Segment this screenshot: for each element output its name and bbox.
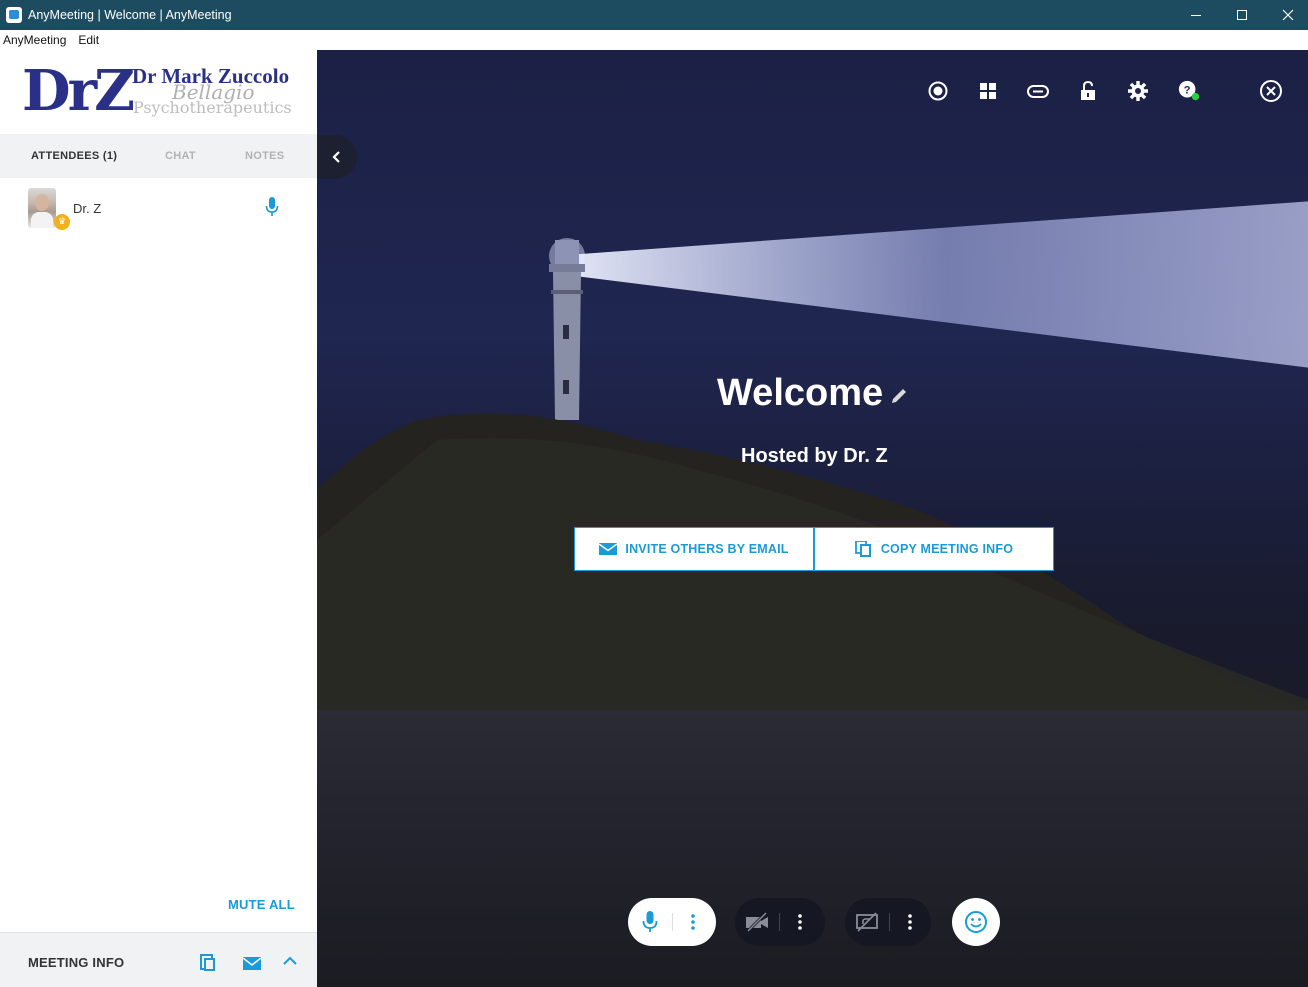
mute-all-button[interactable]: MUTE ALL <box>228 897 295 912</box>
crown-icon: ♛ <box>54 214 70 230</box>
mic-options-button[interactable] <box>673 914 713 930</box>
invite-buttons: INVITE OTHERS BY EMAIL COPY MEETING INFO <box>574 527 1054 571</box>
camera-options-button[interactable] <box>780 914 820 930</box>
minimize-icon <box>1191 14 1201 16</box>
gamepad-button[interactable] <box>1026 79 1050 103</box>
layout-button[interactable] <box>976 79 1000 103</box>
chevron-up-icon[interactable] <box>280 951 300 971</box>
emoji-icon <box>965 911 987 933</box>
email-icon[interactable] <box>242 953 262 973</box>
help-button[interactable]: ? <box>1177 79 1201 103</box>
email-icon <box>599 543 618 555</box>
copy-meeting-info-button[interactable]: COPY MEETING INFO <box>814 527 1054 571</box>
close-icon <box>1282 9 1294 21</box>
screen-share-control <box>845 898 931 946</box>
meeting-stage: ? Welcome Hosted by Dr. Z INVITE OTHERS … <box>317 50 1308 987</box>
lock-open-icon <box>1081 80 1095 100</box>
invite-by-email-button[interactable]: INVITE OTHERS BY EMAIL <box>574 527 814 571</box>
help-icon: ? <box>1178 80 1200 101</box>
record-icon <box>928 81 948 101</box>
menubar: AnyMeeting Edit <box>0 30 1308 50</box>
hosted-by-text: Hosted by Dr. Z <box>741 445 888 467</box>
maximize-icon <box>1237 10 1247 20</box>
mic-icon[interactable] <box>264 196 280 218</box>
more-vertical-icon <box>691 914 695 930</box>
mic-toggle-button[interactable] <box>628 910 672 934</box>
minimize-button[interactable] <box>1173 0 1219 30</box>
invite-button-label: INVITE OTHERS BY EMAIL <box>625 542 789 556</box>
anymeeting-app-icon <box>6 7 22 23</box>
attendee-row[interactable]: ♛ Dr. Z <box>28 188 298 232</box>
reactions-button[interactable] <box>952 898 1000 946</box>
window-title: AnyMeeting | Welcome | AnyMeeting <box>28 8 232 22</box>
settings-button[interactable] <box>1126 79 1150 103</box>
logo-initials: DrZ <box>22 58 135 124</box>
more-vertical-icon <box>908 914 912 930</box>
copy-icon <box>854 541 871 557</box>
beach <box>317 710 1308 987</box>
mic-icon <box>642 911 658 932</box>
close-circle-icon <box>1260 80 1282 102</box>
meeting-info-bar: MEETING INFO <box>0 932 317 987</box>
leave-meeting-button[interactable] <box>1259 79 1283 103</box>
window-titlebar: AnyMeeting | Welcome | AnyMeeting <box>0 0 1308 30</box>
copy-button-label: COPY MEETING INFO <box>880 542 1014 556</box>
screen-share-options-button[interactable] <box>890 914 930 930</box>
tab-attendees[interactable]: ATTENDEES (1) <box>31 150 117 162</box>
sidebar: DrZ Dr Mark Zuccolo Bellagio Psychothera… <box>0 50 317 987</box>
maximize-button[interactable] <box>1219 0 1265 30</box>
gamepad-icon <box>1027 85 1049 98</box>
screen-share-off-icon <box>856 912 878 932</box>
copy-icon[interactable] <box>198 953 218 973</box>
edit-pencil-icon[interactable] <box>889 386 909 406</box>
menu-anymeeting[interactable]: AnyMeeting <box>0 33 69 47</box>
settings-gear-icon <box>1128 81 1148 101</box>
camera-off-icon <box>746 912 768 932</box>
mic-control <box>628 898 716 946</box>
camera-control <box>735 898 825 946</box>
collapse-sidebar-button[interactable] <box>317 135 357 179</box>
camera-toggle-button[interactable] <box>735 912 779 932</box>
tab-notes[interactable]: NOTES <box>245 150 284 162</box>
tab-chat[interactable]: CHAT <box>165 150 196 162</box>
brand-logo: DrZ Dr Mark Zuccolo Bellagio Psychothera… <box>22 58 297 124</box>
attendee-name: Dr. Z <box>73 201 102 216</box>
chevron-left-icon <box>332 151 340 163</box>
close-window-button[interactable] <box>1265 0 1308 30</box>
menu-edit[interactable]: Edit <box>75 33 102 47</box>
more-vertical-icon <box>798 914 802 930</box>
logo-tagline: Psychotherapeutics <box>133 98 292 117</box>
screen-share-toggle-button[interactable] <box>845 912 889 932</box>
meeting-info-label: MEETING INFO <box>28 955 125 970</box>
record-button[interactable] <box>926 79 950 103</box>
avatar <box>28 188 56 228</box>
layout-grid-icon <box>980 83 996 99</box>
lock-button[interactable] <box>1076 79 1100 103</box>
svg-text:?: ? <box>1184 84 1191 96</box>
meeting-title: Welcome <box>717 372 884 414</box>
sidebar-tabs: ATTENDEES (1) CHAT NOTES <box>0 134 317 178</box>
